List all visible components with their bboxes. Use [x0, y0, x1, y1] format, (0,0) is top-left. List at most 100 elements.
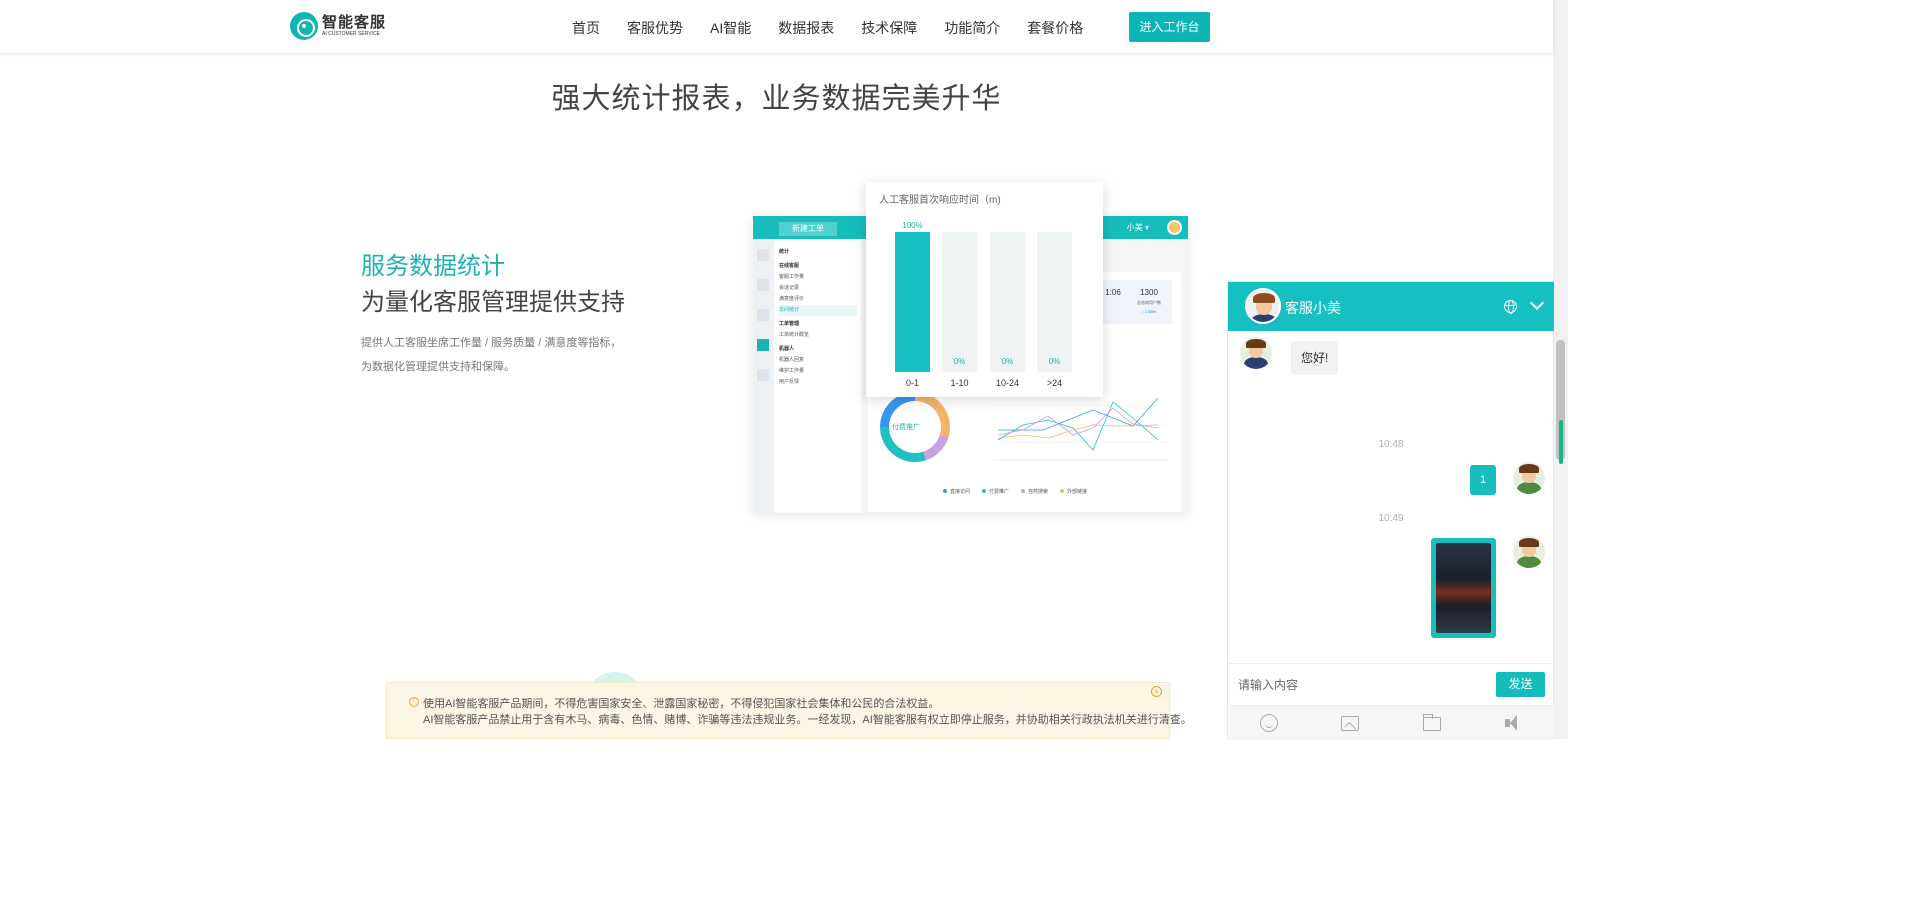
donut-center-label: 付费推广 — [892, 424, 920, 431]
dashboard-menu-item: 在线客服 — [779, 263, 800, 269]
legend-item: 付费推广 — [982, 488, 1009, 495]
legend-label: 外部链接 — [1067, 489, 1088, 495]
notice-line-1: 使用AI智能客服产品期间，不得危害国家安全、泄露国家秘密，不得侵犯国家社会集体和… — [423, 698, 940, 710]
feature-description: 提供人工客服坐席工作量 / 服务质量 / 满意度等指标，为数据化管理提供支持和保… — [361, 337, 622, 373]
bar-chart-icon — [757, 339, 769, 351]
message-input[interactable] — [1238, 674, 1488, 696]
dashboard-user-label: 小美 — [1126, 223, 1143, 232]
page-scrollbar[interactable] — [1553, 0, 1568, 739]
legal-notice-banner: ! 使用AI智能客服产品期间，不得危害国家安全、泄露国家秘密，不得侵犯国家社会集… — [386, 682, 1192, 739]
dashboard-menu-item: 统计 — [779, 249, 790, 255]
warning-icon: ! — [409, 697, 419, 707]
chat-messages: 您好! 10:48 1 10:49 — [1228, 331, 1554, 663]
nav-features[interactable]: 功能简介 — [944, 18, 1000, 38]
feature-title: 服务数据统计 — [361, 253, 505, 280]
legend-label: 自然搜索 — [1028, 489, 1049, 495]
agent-message-avatar — [1240, 337, 1272, 369]
smile-icon[interactable] — [1260, 714, 1278, 732]
line-chart-legend: 直接访问 付费推广 自然搜索 外部链接 — [943, 488, 1099, 495]
user-message: 1 — [1470, 465, 1496, 495]
agent-message: 您好! — [1291, 341, 1339, 375]
dashboard-menu-item: 客服工作量 — [779, 274, 805, 280]
bar-track — [990, 232, 1025, 372]
chat-widget: 客服小美 您好! 10:48 1 10:49 发送 — [1227, 281, 1554, 740]
dashboard-icon-rail — [753, 239, 773, 513]
user-avatar — [1513, 536, 1545, 568]
feature-subtitle: 为量化客服管理提供支持 — [361, 289, 625, 316]
bar-value-label: 100% — [902, 221, 923, 230]
agent-avatar — [1245, 288, 1281, 324]
nav-advantages[interactable]: 客服优势 — [627, 18, 683, 38]
logo-title: 智能客服 — [322, 14, 387, 31]
rail-icon — [757, 309, 769, 321]
dashboard-menu-item: 工单统计概览 — [779, 332, 810, 338]
rail-icon — [757, 279, 769, 291]
send-button[interactable]: 发送 — [1496, 672, 1545, 697]
main-nav: 首页 客服优势 AI智能 数据报表 技术保障 功能简介 套餐价格 — [572, 18, 1110, 38]
dashboard-avatar — [1167, 220, 1182, 235]
section-title: 强大统计报表，业务数据完美升华 — [551, 83, 1002, 115]
dashboard-menu: 统计在线客服客服工作量会话记录满意度评价访问统计工单管理工单统计概览 机器人机器人… — [775, 239, 861, 513]
chevron-down-icon[interactable] — [1529, 295, 1545, 311]
bar-value-label: 0% — [1001, 357, 1014, 366]
chart-title: 人工客服首次响应时间（m) — [879, 195, 1001, 206]
legend-item: 直接访问 — [943, 488, 970, 495]
legend-label: 直接访问 — [950, 489, 971, 495]
dashboard-menu-item: 维护工作量 — [779, 368, 805, 374]
notice-line-2: AI智能客服产品禁止用于含有木马、病毒、色情、赌博、诈骗等违法违规业务。一经发现… — [423, 714, 1192, 726]
dashboard-menu-item: 工单管理 — [779, 321, 800, 327]
dashboard-menu-item: 访问统计 — [779, 305, 857, 316]
user-image-message[interactable] — [1431, 538, 1496, 638]
nav-reports[interactable]: 数据报表 — [778, 18, 834, 38]
bar-category-label: 10-24 — [995, 378, 1020, 388]
legend-item: 外部链接 — [1060, 488, 1087, 495]
dashboard-menu-item: 机器人回复 — [779, 357, 805, 363]
logo-subtitle: AI CUSTOMER SERVICE — [322, 31, 380, 37]
volume-icon[interactable] — [1504, 714, 1522, 732]
chat-header: 客服小美 — [1228, 282, 1554, 331]
stat-label: 总咨询用户数 — [1137, 300, 1161, 305]
response-time-chart-card: 人工客服首次响应时间（m) 100% 0-1 0% 1-10 0% 10-24 0% >24 — [866, 182, 1103, 397]
bar-track — [895, 232, 930, 372]
stat-value: 1300 — [1140, 288, 1158, 297]
dashboard-menu-item: 会话记录 — [779, 285, 800, 291]
agent-name: 客服小美 — [1285, 300, 1341, 316]
dashboard-menu-item: 机器人 — [779, 346, 795, 352]
chat-input-row: 发送 — [1228, 663, 1554, 705]
new-ticket-button: 新建工单 — [779, 222, 837, 236]
close-icon[interactable]: × — [1151, 686, 1162, 697]
bar-value-label: 0% — [1048, 357, 1061, 366]
logo-icon — [290, 12, 318, 40]
stat-box: 1300 总咨询用户数 ↓ 1.55% — [1126, 280, 1172, 324]
dashboard-user-name: 小美 ▾ — [1126, 223, 1149, 232]
chat-toolbar — [1228, 705, 1554, 740]
message-time: 10:49 — [1378, 513, 1404, 524]
image-icon[interactable] — [1341, 716, 1359, 731]
nav-ai[interactable]: AI智能 — [710, 18, 751, 38]
folder-icon[interactable] — [1423, 714, 1441, 731]
bar-track — [942, 232, 977, 372]
image-thumbnail — [1436, 543, 1491, 633]
logo[interactable]: 智能客服 AI CUSTOMER SERVICE — [290, 12, 386, 40]
bar-category-label: >24 — [1046, 378, 1063, 388]
dashboard-menu-item: 满意度评价 — [779, 296, 805, 302]
bar-track — [1037, 232, 1072, 372]
logo-text: 智能客服 AI CUSTOMER SERVICE — [322, 14, 386, 38]
bar — [895, 232, 930, 372]
stat-delta: ↓ 1.55% — [1141, 309, 1157, 314]
rail-icon — [757, 249, 769, 261]
top-navbar: 智能客服 AI CUSTOMER SERVICE 首页 客服优势 AI智能 数据… — [0, 0, 1553, 53]
nav-home[interactable]: 首页 — [572, 18, 600, 38]
rail-icon — [757, 369, 769, 381]
legend-label: 付费推广 — [989, 489, 1010, 495]
enter-workspace-button[interactable]: 进入工作台 — [1129, 12, 1210, 42]
bar-value-label: 0% — [953, 357, 966, 366]
line-chart — [993, 397, 1168, 461]
user-avatar — [1513, 462, 1545, 494]
nav-pricing[interactable]: 套餐价格 — [1027, 18, 1083, 38]
dashboard-menu-item: 用户反馈 — [779, 379, 800, 385]
stat-value: 1:06 — [1105, 288, 1121, 297]
globe-icon[interactable] — [1504, 300, 1517, 314]
bar-category-label: 1-10 — [950, 378, 969, 388]
nav-tech[interactable]: 技术保障 — [861, 18, 917, 38]
